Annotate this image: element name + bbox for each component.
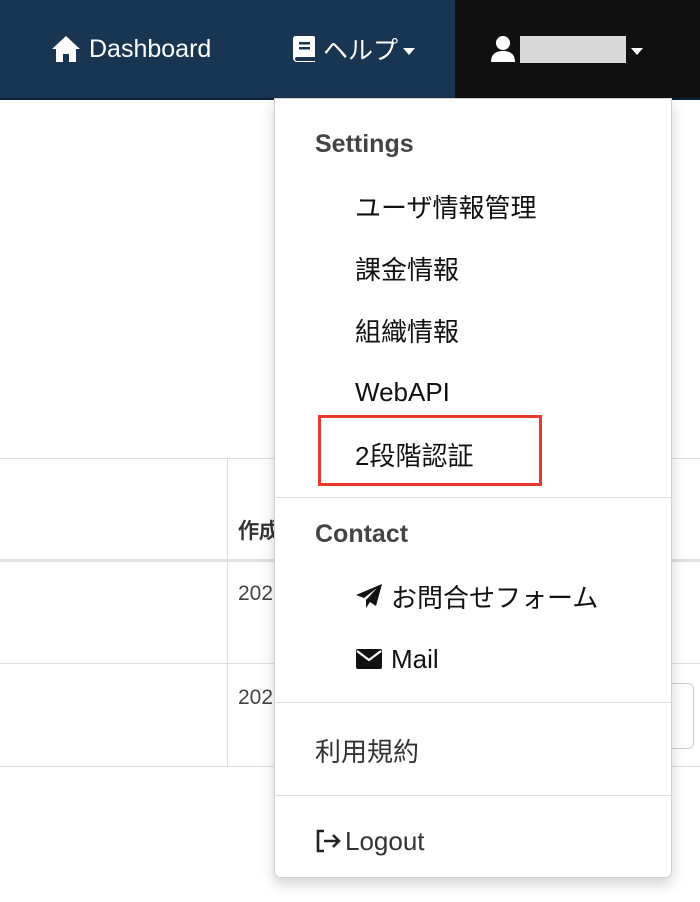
- book-icon: [292, 36, 315, 62]
- user-menu-toggle[interactable]: [455, 0, 700, 98]
- user-icon: [491, 36, 515, 62]
- menu-item-logout[interactable]: Logout: [275, 816, 671, 866]
- user-name-redacted: [520, 35, 626, 63]
- envelope-icon: [356, 649, 382, 669]
- menu-divider: [275, 702, 671, 703]
- menu-item-label: ユーザ情報管理: [355, 192, 537, 223]
- menu-item-label: Mail: [391, 643, 439, 674]
- top-navbar: Dashboard ヘルプ: [0, 0, 700, 100]
- menu-item-billing[interactable]: 課金情報: [275, 243, 671, 293]
- menu-item-label: 組織情報: [355, 316, 460, 347]
- settings-header: Settings: [315, 130, 414, 158]
- chevron-down-icon: [631, 47, 643, 55]
- paper-plane-icon: [356, 584, 382, 608]
- table-cell-date: 202: [238, 686, 274, 709]
- menu-item-terms[interactable]: 利用規約: [275, 725, 671, 775]
- dashboard-label: Dashboard: [89, 34, 212, 63]
- logout-icon: [316, 829, 341, 853]
- menu-item-label: WebAPI: [355, 376, 450, 407]
- table-border: [227, 458, 228, 766]
- menu-item-label: お問合せフォーム: [391, 582, 599, 613]
- home-icon: [52, 36, 80, 62]
- help-dropdown-toggle[interactable]: ヘルプ: [292, 0, 416, 98]
- menu-divider: [275, 497, 671, 498]
- menu-item-webapi[interactable]: WebAPI: [275, 367, 671, 417]
- menu-item-label: 課金情報: [355, 254, 460, 285]
- highlight-box: [318, 415, 542, 486]
- menu-item-contact-form[interactable]: お問合せフォーム: [275, 571, 671, 621]
- user-dropdown-menu: Settings ユーザ情報管理 課金情報 組織情報 WebAPI 2段階認証 …: [274, 98, 672, 878]
- menu-item-label: 利用規約: [315, 736, 420, 767]
- menu-item-mail[interactable]: Mail: [275, 634, 671, 684]
- menu-divider: [275, 795, 671, 796]
- help-label: ヘルプ: [323, 37, 399, 65]
- menu-item-label: Logout: [345, 825, 425, 856]
- dashboard-link[interactable]: Dashboard: [51, 0, 211, 98]
- contact-header: Contact: [315, 520, 409, 548]
- chevron-down-icon: [403, 47, 416, 55]
- menu-item-organization[interactable]: 組織情報: [275, 305, 671, 355]
- menu-item-user-info[interactable]: ユーザ情報管理: [275, 181, 671, 231]
- table-cell-date: 202: [238, 582, 274, 605]
